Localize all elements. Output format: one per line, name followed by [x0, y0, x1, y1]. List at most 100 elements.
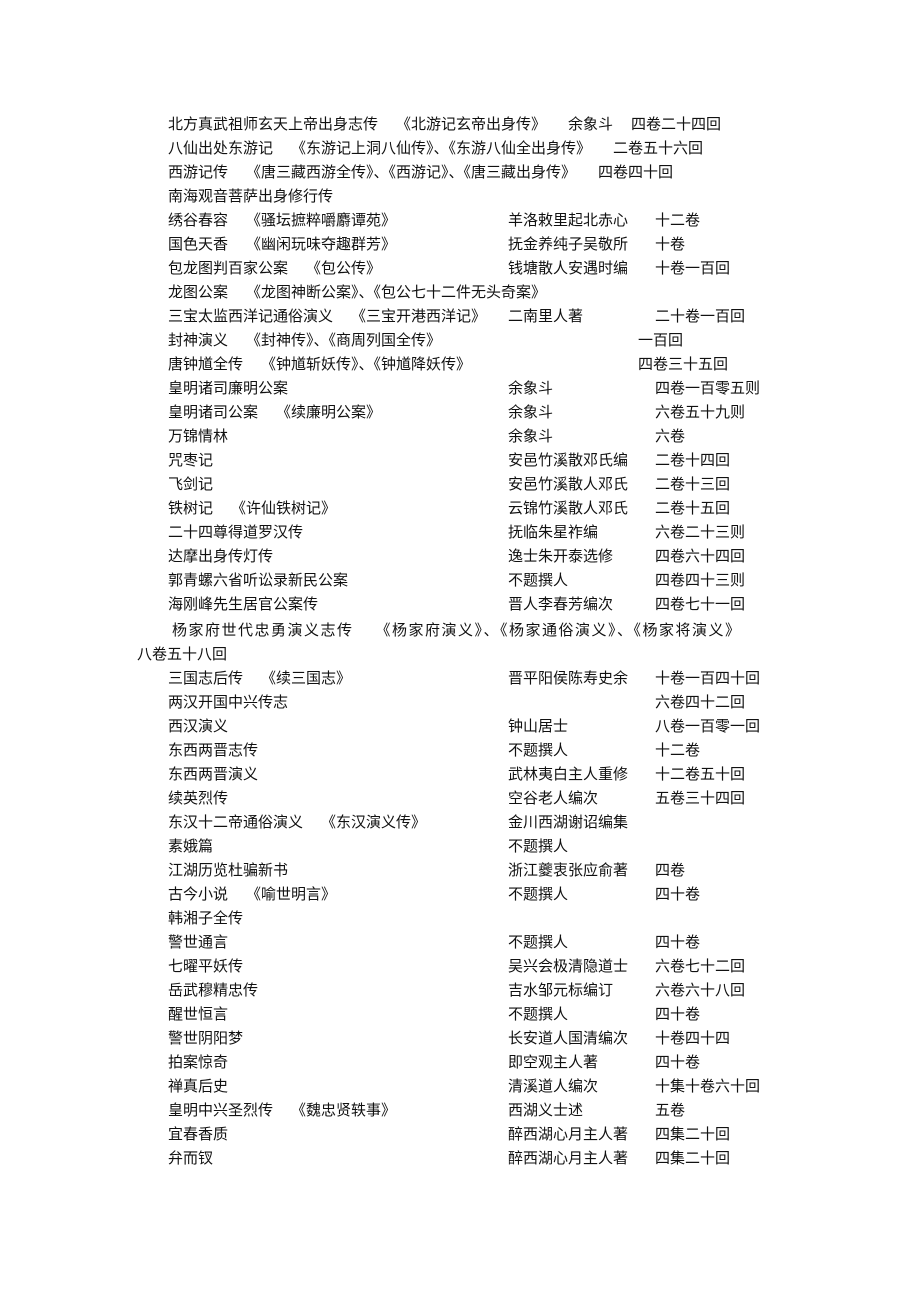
book-author: 不题撰人 — [508, 1005, 569, 1023]
book-volumes: 十卷四十四 — [655, 1029, 731, 1047]
book-author: 醉西湖心月主人著 — [508, 1125, 629, 1143]
book-title: 两汉开国中兴传志 — [168, 693, 289, 711]
book-author: 西湖义士述 — [508, 1101, 584, 1119]
book-author: 余象斗 — [508, 427, 554, 445]
book-alt-title: 《封神传》、《商周列国全传》 — [246, 331, 442, 349]
book-volumes: 十二卷 — [655, 211, 701, 229]
book-volumes: 十二卷五十回 — [655, 765, 746, 783]
book-alt-title: 《三宝开港西洋记》 — [351, 307, 487, 325]
book-title: 国色天香 — [168, 235, 229, 253]
book-volumes: 四卷四十回 — [598, 163, 674, 181]
book-author: 不题撰人 — [508, 933, 569, 951]
book-title: 素娥篇 — [168, 837, 214, 855]
book-volumes: 五卷三十四回 — [655, 789, 746, 807]
book-title: 封神演义 — [168, 331, 229, 349]
book-author: 抚金养纯子吴敬所 — [508, 235, 629, 253]
book-title: 皇明中兴圣烈传 — [168, 1101, 274, 1119]
book-author: 安邑竹溪散邓氏编 — [508, 451, 629, 469]
book-volumes: 十集十卷六十回 — [655, 1077, 761, 1095]
list-item: 西游记传 《唐三藏西游全传》、《西游记》、《唐三藏出身传》 四卷四十回 — [168, 160, 673, 184]
book-volumes: 六卷 — [655, 427, 686, 445]
book-title: 东西两晋志传 — [168, 741, 259, 759]
book-title: 铁树记 — [168, 499, 214, 517]
book-author: 长安道人国清编次 — [508, 1029, 629, 1047]
book-author: 醉西湖心月主人著 — [508, 1149, 629, 1167]
book-title: 二十四尊得道罗汉传 — [168, 523, 304, 541]
book-volumes: 四十卷 — [655, 933, 701, 951]
book-volumes: 二卷十四回 — [655, 451, 731, 469]
book-title: 宜春香质 — [168, 1125, 229, 1143]
book-volumes: 八卷五十八回 — [137, 645, 228, 663]
book-volumes: 四卷七十一回 — [655, 595, 746, 613]
book-alt-title: 《杨家府演义》、《杨家通俗演义》、《杨家将演义》 — [375, 621, 742, 639]
book-title: 咒枣记 — [168, 451, 214, 469]
book-alt-title: 《东游记上洞八仙传》、《东游八仙全出身传》 — [291, 139, 592, 157]
book-author: 钟山居士 — [508, 717, 569, 735]
book-title: 八仙出处东游记 — [168, 139, 274, 157]
book-volumes: 二卷十三回 — [655, 475, 731, 493]
book-title: 东汉十二帝通俗演义 — [168, 813, 304, 831]
book-alt-title: 《许仙铁树记》 — [231, 499, 337, 517]
book-title: 西汉演义 — [168, 717, 229, 735]
book-alt-title: 《钟馗斩妖传》、《钟馗降妖传》 — [261, 355, 472, 373]
book-author: 晋平阳侯陈寿史余 — [508, 669, 629, 687]
book-volumes: 四卷四十三则 — [655, 571, 746, 589]
book-title: 万锦情林 — [168, 427, 229, 445]
book-author: 吴兴会极清隐道士 — [508, 957, 629, 975]
book-title: 弁而钗 — [168, 1149, 214, 1167]
book-author: 吉水邹元标编订 — [508, 981, 614, 999]
book-title: 唐钟馗全传 — [168, 355, 244, 373]
book-volumes: 二卷五十六回 — [613, 139, 704, 157]
book-title: 包龙图判百家公案 — [168, 259, 289, 277]
book-author: 钱塘散人安遇时编 — [508, 259, 629, 277]
book-volumes: 四十卷 — [655, 1053, 701, 1071]
book-alt-title: 《包公传》 — [306, 259, 382, 277]
book-author: 清溪道人编次 — [508, 1077, 599, 1095]
book-volumes: 四集二十回 — [655, 1149, 731, 1167]
book-volumes: 六卷六十八回 — [655, 981, 746, 999]
book-volumes: 六卷五十九则 — [655, 403, 746, 421]
book-volumes: 十卷 — [655, 235, 686, 253]
book-author: 余象斗 — [508, 403, 554, 421]
book-alt-title: 《骚坛摭粹嚼麝谭苑》 — [246, 211, 397, 229]
book-author: 即空观主人著 — [508, 1053, 599, 1071]
book-title: 三宝太监西洋记通俗演义 — [168, 307, 334, 325]
book-author: 不题撰人 — [508, 885, 569, 903]
book-volumes: 十卷一百回 — [655, 259, 731, 277]
book-alt-title: 《唐三藏西游全传》、《西游记》、《唐三藏出身传》 — [246, 163, 577, 181]
book-alt-title: 《龙图神断公案》、《包公七十二件无头奇案》 — [246, 283, 547, 301]
list-item-continuation: 八卷五十八回 — [137, 642, 227, 666]
book-title: 郭青螺六省听讼录新民公案 — [168, 571, 349, 589]
book-title: 七曜平妖传 — [168, 957, 244, 975]
book-author: 逸士朱开泰选修 — [508, 547, 614, 565]
book-title: 韩湘子全传 — [168, 909, 244, 927]
book-alt-title: 《东汉演义传》 — [321, 813, 427, 831]
book-title: 达摩出身传灯传 — [168, 547, 274, 565]
book-title: 岳武穆精忠传 — [168, 981, 259, 999]
book-title: 醒世恒言 — [168, 1005, 229, 1023]
document-page: 北方真武祖师玄天上帝出身志传 《北游记玄帝出身传》 余象斗 四卷二十四回 八仙出处东游… — [0, 0, 920, 1302]
book-title: 龙图公案 — [168, 283, 229, 301]
book-title: 海刚峰先生居官公案传 — [168, 595, 319, 613]
book-author: 空谷老人编次 — [508, 789, 599, 807]
book-title: 东西两晋演义 — [168, 765, 259, 783]
book-author: 晋人李春芳编次 — [508, 595, 614, 613]
book-volumes: 六卷四十二回 — [655, 693, 746, 711]
list-item: 杨家府世代忠勇演义志传 《杨家府演义》、《杨家通俗演义》、《杨家将演义》 — [172, 618, 742, 642]
book-title: 警世通言 — [168, 933, 229, 951]
book-alt-title: 《喻世明言》 — [246, 885, 337, 903]
book-author: 二南里人著 — [508, 307, 584, 325]
book-author: 余象斗 — [568, 115, 614, 133]
book-volumes: 四卷一百零五则 — [655, 379, 761, 397]
book-volumes: 四卷二十四回 — [631, 115, 722, 133]
book-title: 西游记传 — [168, 163, 229, 181]
list-item: 龙图公案 《龙图神断公案》、《包公七十二件无头奇案》 — [168, 280, 546, 304]
list-item: 北方真武祖师玄天上帝出身志传 《北游记玄帝出身传》 余象斗 四卷二十四回 — [168, 112, 721, 136]
book-title: 皇明诸司公案 — [168, 403, 259, 421]
list-item: 八仙出处东游记 《东游记上洞八仙传》、《东游八仙全出身传》 二卷五十六回 — [168, 136, 703, 160]
book-author: 羊洛敕里起北赤心 — [508, 211, 629, 229]
book-volumes: 二十卷一百回 — [655, 307, 746, 325]
book-title: 古今小说 — [168, 885, 229, 903]
book-author: 不题撰人 — [508, 571, 569, 589]
book-volumes: 十卷一百四十回 — [655, 669, 761, 687]
